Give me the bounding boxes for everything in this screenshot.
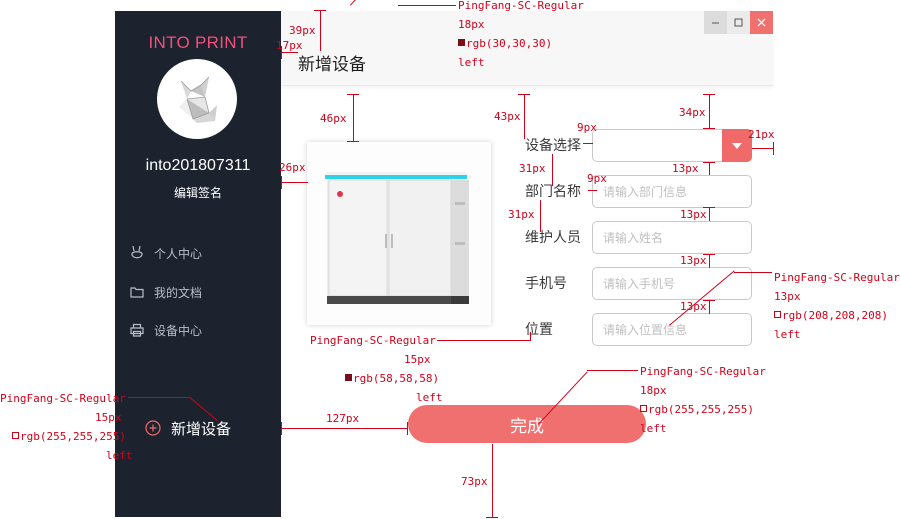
rabbit-icon [131,245,143,259]
spec-placeholder-font: PingFang-SC-Regular [774,271,900,284]
dim-label: 26px [279,161,306,174]
spec-button-font: PingFang-SC-Regular [640,365,766,378]
dim-label: 21px [748,128,775,141]
avatar[interactable] [157,59,237,139]
dim-label: 73px [461,475,488,488]
close-button[interactable] [750,11,773,34]
phone-input[interactable] [592,267,752,300]
maintainer-input[interactable] [592,221,752,254]
edit-signature-link[interactable]: 编辑签名 [115,184,281,201]
done-button[interactable]: 完成 [408,405,646,443]
sidebar-item-label: 设备中心 [154,323,203,338]
maximize-icon [734,18,743,27]
spec-title-align: left [458,56,485,69]
spec-title-size: 18px [458,18,485,31]
maximize-button[interactable] [727,11,750,34]
dim-label: 13px [680,208,707,221]
printer-cabinet-image [325,172,473,304]
device-select-label: 设备选择 [525,138,581,154]
username: into201807311 [145,157,251,174]
caret-down-icon [732,142,742,149]
spec-sidebar-align: left [106,449,133,462]
brand-logo: INTO PRINT [148,33,248,52]
spec-label-size: 15px [404,353,431,366]
dim-label: 13px [680,254,707,267]
spec-label-align: left [416,391,443,404]
spec-placeholder-color: rgb(208,208,208) [774,306,888,325]
dim-label: 31px [508,208,535,221]
minimize-icon [712,22,719,24]
dim-label: 17px [276,39,303,52]
dim-label: 9px [577,121,597,134]
page-title: 新增设备 [298,55,366,75]
minimize-button[interactable] [704,11,727,34]
sidebar-item-my-documents[interactable]: 我的文档 [130,281,202,303]
spec-button-align: left [640,422,667,435]
dim-label: 46px [320,112,347,125]
department-label: 部门名称 [525,184,581,200]
spec-button-color: rgb(255,255,255) [640,400,754,419]
spec-sidebar-font: PingFang-SC-Regular [0,392,126,405]
dim-label: 43px [494,110,521,123]
sidebar: INTO PRINT into201807311 编辑签名 个人中心 我的文档 [115,11,281,517]
folder-icon [130,287,144,298]
dim-label: 13px [672,162,699,175]
dim-label: 34px [679,106,706,119]
dim-label: 127px [326,412,360,425]
phone-label: 手机号 [525,276,567,292]
department-input[interactable] [592,175,752,208]
plus-circle-icon [145,420,161,436]
device-product-image [307,142,491,325]
dim-label: 31px [519,162,546,175]
origami-rabbit-avatar-icon [179,76,217,123]
printer-icon [130,323,144,337]
spec-title-font: PingFang-SC-Regular [458,0,584,12]
spec-label-font: PingFang-SC-Regular [310,334,436,347]
spec-placeholder-size: 13px [774,290,801,303]
location-input[interactable] [592,313,752,346]
sidebar-add-device-button[interactable]: 新增设备 [145,416,231,440]
device-select[interactable] [592,129,752,162]
sidebar-item-label: 个人中心 [154,246,203,261]
spec-title-color: rgb(30,30,30) [458,34,552,53]
spec-sidebar-size: 15px [95,411,122,424]
sidebar-item-device-center[interactable]: 设备中心 [130,319,202,341]
maintainer-label: 维护人员 [525,230,581,246]
sidebar-add-device-label: 新增设备 [171,419,232,438]
sidebar-item-personal-center[interactable]: 个人中心 [130,242,202,264]
spec-sidebar-color: rgb(255,255,255) [12,427,126,446]
close-icon [757,18,766,27]
sidebar-item-label: 我的文档 [154,285,203,300]
spec-placeholder-align: left [774,328,801,341]
spec-label-color: rgb(58,58,58) [345,369,439,388]
dim-label: 9px [587,172,607,185]
spec-button-size: 18px [640,384,667,397]
